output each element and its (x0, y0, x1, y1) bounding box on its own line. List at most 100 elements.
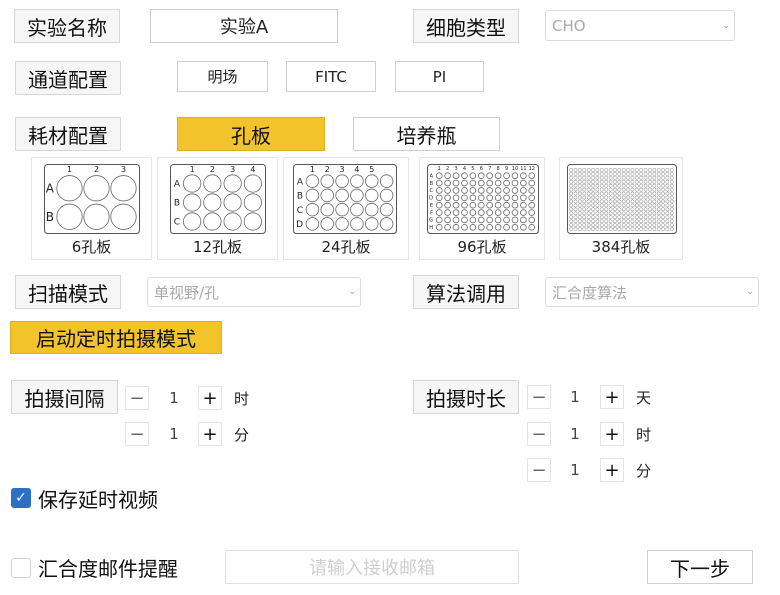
interval-hour-value[interactable]: 1 (160, 386, 188, 410)
duration-minute-minus-button[interactable]: − (527, 458, 551, 482)
plate-well (613, 172, 617, 176)
plate-well (569, 195, 574, 200)
interval-hour-minus-button[interactable]: − (125, 386, 149, 410)
plate-well (586, 207, 591, 212)
duration-hour-value[interactable]: 1 (561, 422, 589, 446)
next-button[interactable]: 下一步 (647, 550, 753, 584)
plate-well (569, 227, 574, 231)
duration-hour-plus-button[interactable]: + (600, 422, 624, 446)
plate-well (639, 227, 644, 231)
plate-well (639, 219, 644, 224)
plate-well (613, 207, 617, 212)
plate-col-label: 6 (480, 166, 483, 172)
scan-mode-label: 扫描模式 (15, 275, 121, 309)
plate-card-96[interactable]: A B C D E F G H 1 2 3 4 5 6 7 8 9 10 11 12 96孔板 (419, 157, 545, 260)
plate-well (586, 199, 591, 204)
plate-well (621, 199, 626, 204)
plate-well (648, 183, 652, 188)
email-alert-checkbox[interactable] (11, 558, 31, 578)
plate-well (469, 187, 477, 194)
plate-well (608, 215, 613, 220)
plate-well (599, 223, 604, 227)
plate-well (634, 203, 639, 208)
plate-row-label: B (297, 192, 303, 202)
save-video-checkbox[interactable]: ✓ (11, 488, 31, 508)
plate-well (599, 199, 604, 204)
interval-minute-minus-button[interactable]: − (125, 422, 149, 446)
plate-well (648, 187, 652, 192)
plate-card-384[interactable]: 384孔板 (559, 157, 683, 260)
plate-well (630, 199, 635, 204)
plate-well (661, 223, 665, 227)
duration-day-plus-button[interactable]: + (600, 385, 624, 409)
timelapse-mode-button[interactable]: 启动定时拍摄模式 (10, 321, 222, 354)
plate-well (478, 201, 485, 209)
plate-well (626, 175, 630, 180)
duration-minute-value[interactable]: 1 (561, 458, 589, 482)
duration-minute-plus-button[interactable]: + (600, 458, 624, 482)
plate-col-label: 9 (505, 166, 508, 172)
plate-well (591, 191, 595, 196)
plate-well (621, 191, 626, 196)
plate-well (595, 203, 600, 208)
plate-col-label: 2 (325, 165, 330, 174)
channel-brightfield[interactable]: 明场 (177, 61, 268, 92)
plate-card-6[interactable]: A B 1 2 3 6孔板 (31, 157, 152, 260)
plate-well (634, 191, 639, 196)
plate-well (656, 227, 661, 231)
duration-hour-minus-button[interactable]: − (527, 422, 551, 446)
scan-mode-select[interactable]: 单视野/孔 ⌄ (147, 277, 361, 307)
experiment-name-input[interactable]: 实验A (150, 9, 338, 43)
plate-card-label: 384孔板 (591, 238, 651, 256)
plate-row-label: B (174, 199, 180, 209)
consumable-plate-button[interactable]: 孔板 (177, 117, 325, 151)
plate-well (365, 202, 379, 217)
plate-well (652, 172, 657, 176)
plate-well (478, 187, 485, 194)
plate-well (656, 207, 661, 212)
email-input[interactable]: 请输入接收邮箱 (225, 550, 519, 584)
interval-hour-plus-button[interactable]: + (198, 386, 222, 410)
plate-well (469, 209, 477, 216)
plate-well (578, 203, 582, 208)
plate-well (223, 174, 242, 193)
plate-well (621, 207, 626, 212)
plate-well (578, 183, 582, 188)
plate-well (634, 227, 639, 231)
plate-well (613, 223, 617, 227)
plate-row-label: D (296, 220, 303, 230)
duration-day-value[interactable]: 1 (561, 385, 589, 409)
plate-well (648, 172, 652, 176)
plate-well (305, 217, 320, 231)
plate-well (626, 227, 630, 231)
plate-well (630, 203, 635, 208)
duration-day-minus-button[interactable]: − (527, 385, 551, 409)
plate-well (578, 215, 582, 220)
interval-minute-value[interactable]: 1 (160, 422, 188, 446)
plate-row-label: A (174, 180, 181, 190)
plate-card-24[interactable]: ABCD 1 2 34 5 24孔板 (283, 157, 409, 260)
plate-well (350, 174, 364, 188)
consumable-flask-button[interactable]: 培养瓶 (353, 117, 500, 151)
plate-well (652, 211, 657, 216)
plate-well (335, 174, 349, 188)
cell-type-select[interactable]: CHO ⌄ (545, 10, 735, 41)
plate-well (461, 179, 468, 187)
plate-well (503, 201, 510, 209)
plate-well (452, 187, 460, 194)
channel-fitc[interactable]: FITC (286, 61, 376, 92)
plate-well (648, 211, 652, 216)
plate-well (604, 172, 609, 176)
check-icon: ✓ (15, 490, 27, 506)
plate-well (648, 223, 652, 227)
plate-card-12[interactable]: ABC 1 2 3 4 12孔板 (157, 157, 278, 260)
plate-well (478, 216, 485, 224)
algorithm-select[interactable]: 汇合度算法 ⌄ (545, 277, 759, 307)
interval-minute-plus-button[interactable]: + (198, 422, 222, 446)
plate-well (494, 224, 502, 231)
plate-well (503, 209, 510, 216)
plate-well (578, 195, 582, 200)
plate-well (652, 215, 657, 220)
channel-pi[interactable]: PI (395, 61, 484, 92)
plate-well (634, 195, 639, 200)
